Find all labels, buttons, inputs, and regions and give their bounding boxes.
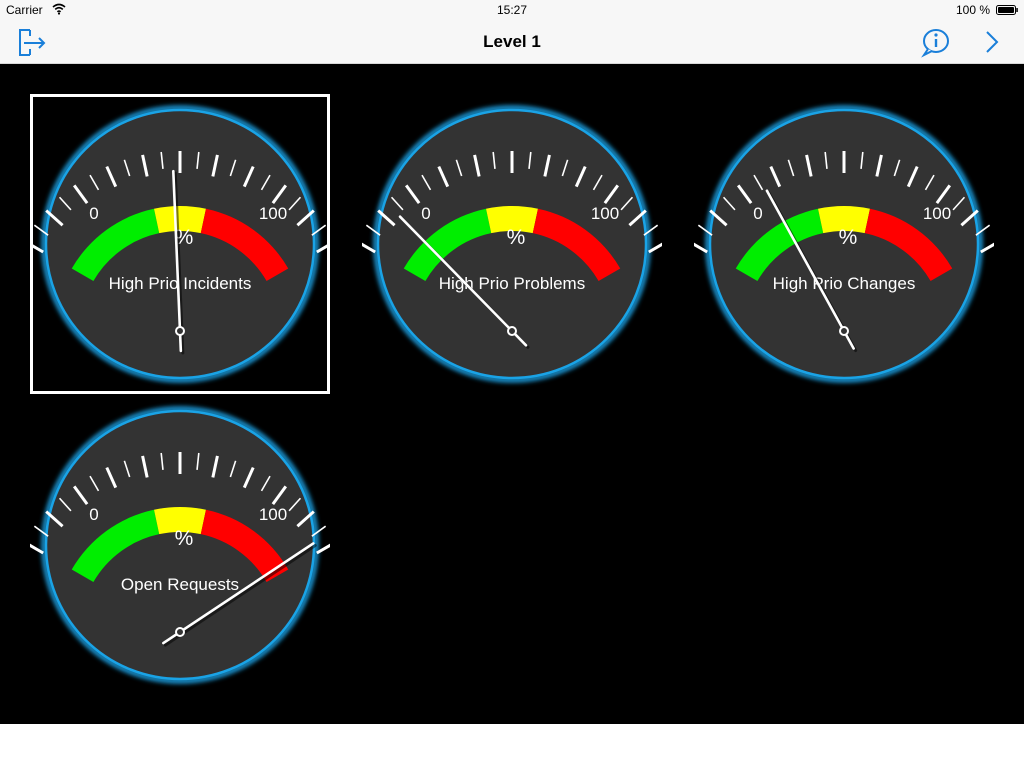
gauge: 0 100%High Prio Incidents [30, 105, 330, 383]
gauge-min-label: 0 [89, 204, 98, 223]
gauge-tile[interactable]: 0 100% Open Requests [30, 395, 330, 695]
gauge: 0 100% High Prio Changes [694, 105, 994, 383]
gauge-tick [30, 242, 44, 254]
gauge-needle-hub [507, 326, 517, 336]
gauge-tile[interactable]: 0 100% High Prio Problems [362, 94, 662, 394]
gauge-dashboard: 0 100% High Prio Incidents 0 100% High Prio … [0, 64, 1024, 724]
battery-percent: 100 % [955, 3, 990, 17]
gauge-tick [648, 242, 662, 254]
gauge-unit-label: % [507, 226, 526, 249]
gauge-title: Open Requests [121, 575, 239, 594]
clock: 15:27 [496, 3, 528, 17]
next-button[interactable] [976, 26, 1008, 58]
gauge-unit-label: % [839, 226, 858, 249]
gauge-tick [694, 242, 708, 254]
gauge-unit-label: % [175, 527, 194, 550]
info-button[interactable] [920, 26, 952, 58]
gauge-min-label: 0 [421, 204, 430, 223]
chevron-right-icon [986, 31, 999, 53]
gauge-needle-hub [839, 326, 849, 336]
gauge-tile[interactable]: 0 100% High Prio Incidents [30, 94, 330, 394]
gauge-max-label: 100 [923, 204, 951, 223]
gauge-needle-hub [175, 326, 185, 336]
gauge-title: High Prio Changes [773, 274, 916, 293]
gauge-tick [30, 543, 44, 555]
gauge: 0 100% Open Requests [30, 406, 330, 684]
gauge-tick [980, 242, 994, 254]
gauge-max-label: 100 [259, 505, 287, 524]
battery-icon [996, 5, 1018, 15]
gauge-min-label: 0 [753, 204, 762, 223]
gauge-tile[interactable]: 0 100% High Prio Changes [694, 94, 994, 394]
gauge-needle-hub [175, 627, 185, 637]
navigation-bar: Level 1 [0, 20, 1024, 64]
status-bar: Carrier 15:27 100 % [0, 0, 1024, 20]
page-title: Level 1 [483, 32, 541, 51]
gauge-tick [362, 242, 376, 254]
gauge-tick [316, 242, 330, 254]
gauge-min-label: 0 [89, 505, 98, 524]
gauge: 0 100%High Prio Problems [362, 105, 662, 383]
info-icon [921, 29, 949, 58]
gauge-tick [316, 543, 330, 555]
gauge-max-label: 100 [259, 204, 287, 223]
gauge-max-label: 100 [591, 204, 619, 223]
